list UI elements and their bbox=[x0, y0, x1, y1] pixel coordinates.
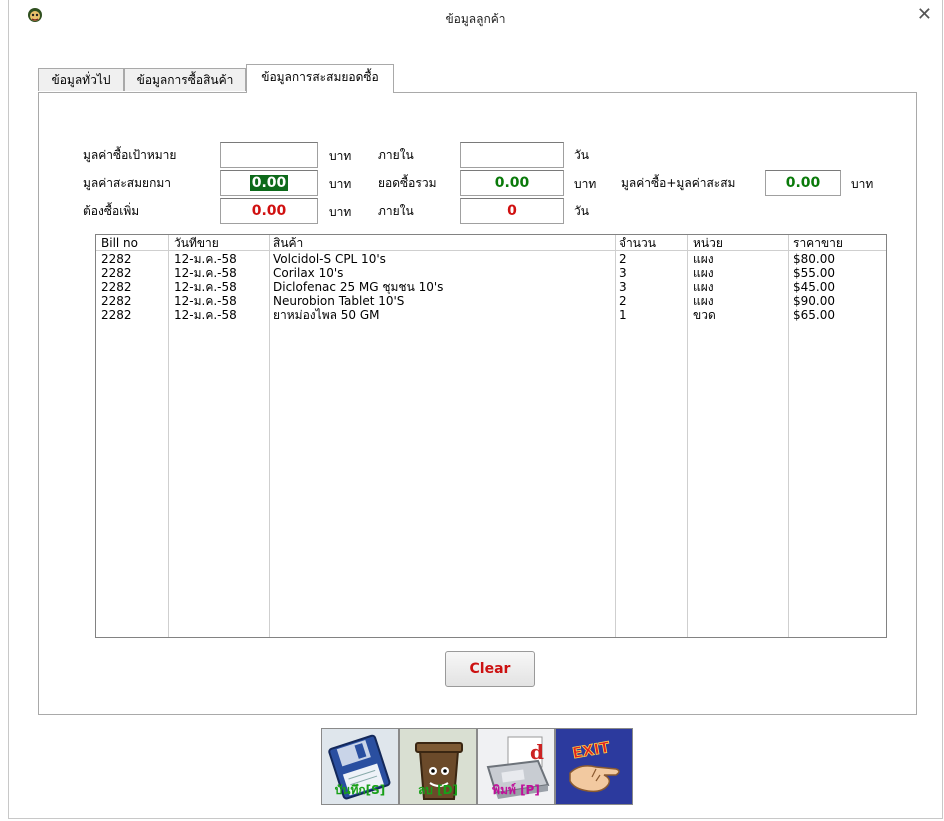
header-divider bbox=[96, 250, 886, 251]
table-row[interactable]: 2282 12-ม.ค.-58 Diclofenac 25 MG ชุมชน 1… bbox=[96, 280, 886, 294]
carry-label: มูลค่าสะสมยกมา bbox=[83, 176, 171, 190]
clear-button[interactable]: Clear bbox=[445, 651, 535, 687]
cell-sale-date: 12-ม.ค.-58 bbox=[174, 308, 237, 322]
cell-quantity: 3 bbox=[619, 280, 627, 294]
close-icon[interactable]: ✕ bbox=[917, 4, 932, 25]
total-label: ยอดซื้อรวม bbox=[378, 176, 437, 190]
carry-value: 0.00 bbox=[249, 175, 289, 191]
tab-general[interactable]: ข้อมูลทั่วไป bbox=[38, 68, 124, 91]
cell-unit: แผง bbox=[693, 266, 714, 280]
header-price[interactable]: ราคาขาย bbox=[793, 236, 843, 250]
cell-sale-date: 12-ม.ค.-58 bbox=[174, 294, 237, 308]
need-label: ต้องซื้อเพิ่ม bbox=[83, 204, 140, 218]
day-label-2: วัน bbox=[574, 204, 589, 218]
within-label-1: ภายใน bbox=[378, 148, 414, 162]
cell-unit: แผง bbox=[693, 252, 714, 266]
cell-quantity: 2 bbox=[619, 294, 627, 308]
days-field-1[interactable] bbox=[460, 142, 564, 168]
header-unit[interactable]: หน่วย bbox=[693, 236, 723, 250]
sales-table[interactable]: Bill no วันที่ขาย สินค้า จำนวน หน่วย ราค… bbox=[95, 234, 887, 638]
delete-label: ลบ [D] bbox=[417, 783, 459, 797]
target-value-field[interactable] bbox=[220, 142, 318, 168]
days-field-2[interactable]: 0 bbox=[460, 198, 564, 224]
tab-accumulated-label: ข้อมูลการสะสมยอดซื้อ bbox=[261, 70, 379, 84]
total-value-field[interactable]: 0.00 bbox=[460, 170, 564, 196]
baht-label-1: บาท bbox=[329, 149, 352, 163]
need-value-field[interactable]: 0.00 bbox=[220, 198, 318, 224]
table-row[interactable]: 2282 12-ม.ค.-58 Volcidol-S CPL 10's 2 แผ… bbox=[96, 252, 886, 266]
cell-quantity: 2 bbox=[619, 252, 627, 266]
header-quantity[interactable]: จำนวน bbox=[619, 236, 656, 250]
tab-accumulated[interactable]: ข้อมูลการสะสมยอดซื้อ bbox=[246, 64, 394, 93]
exit-hand-icon: EXIT bbox=[556, 729, 632, 804]
print-button[interactable]: d พิมพ์ [P] bbox=[477, 728, 555, 805]
cell-price: $65.00 bbox=[793, 308, 835, 322]
baht-label-4: บาท bbox=[851, 177, 874, 191]
carry-value-field[interactable]: 0.00 bbox=[220, 170, 318, 196]
exit-button[interactable]: EXIT bbox=[555, 728, 633, 805]
cell-bill-no: 2282 bbox=[101, 280, 132, 294]
sum-label: มูลค่าซื้อ+มูลค่าสะสม bbox=[621, 176, 736, 190]
cell-sale-date: 12-ม.ค.-58 bbox=[174, 266, 237, 280]
header-sale-date[interactable]: วันที่ขาย bbox=[174, 236, 219, 250]
cell-price: $45.00 bbox=[793, 280, 835, 294]
within-label-2: ภายใน bbox=[378, 204, 414, 218]
table-row[interactable]: 2282 12-ม.ค.-58 ยาหม่องไพล 50 GM 1 ขวด $… bbox=[96, 308, 886, 322]
day-label-1: วัน bbox=[574, 148, 589, 162]
tab-purchase-label: ข้อมูลการซื้อสินค้า bbox=[136, 73, 234, 87]
cell-price: $90.00 bbox=[793, 294, 835, 308]
save-label: บันทึก[S] bbox=[334, 783, 386, 797]
cell-bill-no: 2282 bbox=[101, 308, 132, 322]
table-header: Bill no วันที่ขาย สินค้า จำนวน หน่วย ราค… bbox=[96, 236, 886, 250]
cell-bill-no: 2282 bbox=[101, 252, 132, 266]
title-bar: ข้อมูลลูกค้า ✕ bbox=[9, 0, 942, 36]
baht-label-3: บาท bbox=[574, 177, 597, 191]
save-button[interactable]: บันทึก[S] bbox=[321, 728, 399, 805]
cell-bill-no: 2282 bbox=[101, 294, 132, 308]
cell-product: Volcidol-S CPL 10's bbox=[273, 252, 386, 266]
table-row[interactable]: 2282 12-ม.ค.-58 Neurobion Tablet 10'S 2 … bbox=[96, 294, 886, 308]
cell-product: Corilax 10's bbox=[273, 266, 344, 280]
delete-button[interactable]: ลบ [D] bbox=[399, 728, 477, 805]
cell-product: Diclofenac 25 MG ชุมชน 10's bbox=[273, 280, 444, 294]
header-product[interactable]: สินค้า bbox=[273, 236, 303, 250]
print-label: พิมพ์ [P] bbox=[492, 783, 540, 797]
cell-unit: ขวด bbox=[693, 308, 716, 322]
header-bill-no[interactable]: Bill no bbox=[101, 236, 138, 250]
target-label: มูลค่าซื้อเป้าหมาย bbox=[83, 148, 177, 162]
cell-bill-no: 2282 bbox=[101, 266, 132, 280]
cell-price: $55.00 bbox=[793, 266, 835, 280]
cell-price: $80.00 bbox=[793, 252, 835, 266]
cell-unit: แผง bbox=[693, 294, 714, 308]
cell-unit: แผง bbox=[693, 280, 714, 294]
tab-purchase[interactable]: ข้อมูลการซื้อสินค้า bbox=[124, 68, 246, 91]
cell-quantity: 1 bbox=[619, 308, 627, 322]
table-row[interactable]: 2282 12-ม.ค.-58 Corilax 10's 3 แผง $55.0… bbox=[96, 266, 886, 280]
baht-label-5: บาท bbox=[329, 205, 352, 219]
cell-sale-date: 12-ม.ค.-58 bbox=[174, 280, 237, 294]
tab-general-label: ข้อมูลทั่วไป bbox=[51, 73, 111, 87]
cell-quantity: 3 bbox=[619, 266, 627, 280]
cell-product: Neurobion Tablet 10'S bbox=[273, 294, 405, 308]
window-title: ข้อมูลลูกค้า bbox=[445, 12, 506, 26]
customer-window: ข้อมูลลูกค้า ✕ ข้อมูลทั่วไป ข้อมูลการซื้… bbox=[8, 0, 943, 819]
baht-label-2: บาท bbox=[329, 177, 352, 191]
sum-value-field[interactable]: 0.00 bbox=[765, 170, 841, 196]
cell-product: ยาหม่องไพล 50 GM bbox=[273, 308, 380, 322]
cell-sale-date: 12-ม.ค.-58 bbox=[174, 252, 237, 266]
